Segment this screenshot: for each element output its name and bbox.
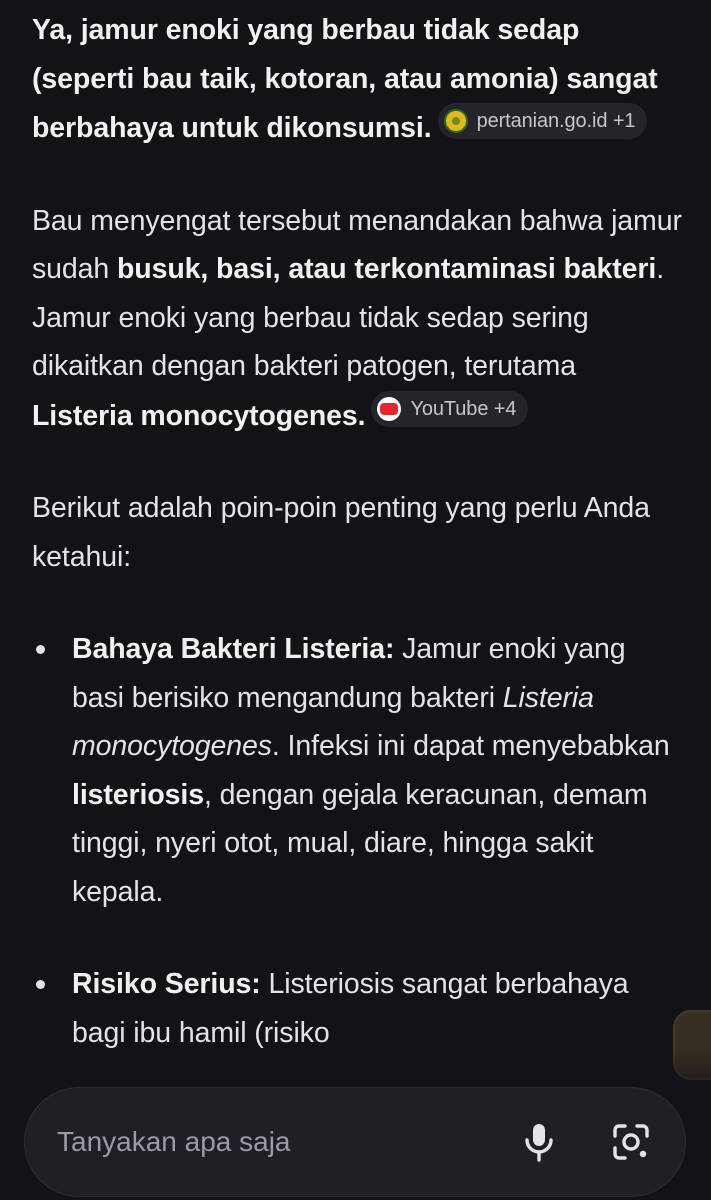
bullet-title: Risiko Serius: [72, 968, 261, 1000]
microphone-button[interactable] [513, 1116, 565, 1168]
list-item: Risiko Serius: Listeriosis sangat berbah… [32, 960, 682, 1057]
bullet-dot-icon [36, 980, 45, 989]
bullet-bold: listeriosis [72, 778, 204, 811]
answer-paragraph-3: Berikut adalah poin-poin penting yang pe… [32, 492, 650, 573]
answer-intro: Ya, jamur enoki yang berbau tidak sedap … [32, 6, 682, 153]
para2-bold-1: busuk, basi, atau terkontaminasi bakteri [116, 253, 657, 285]
source-chip-label: YouTube +4 [410, 397, 517, 420]
microphone-icon [525, 1124, 553, 1162]
source-chip-label: pertanian.go.id +1 [476, 110, 636, 132]
source-chip-youtube[interactable]: YouTube +4 [371, 390, 529, 427]
source-chip-pertanian[interactable]: pertanian.go.id +1 [437, 103, 648, 139]
answer-paragraph-2: Bau menyengat tersebut menandakan bahwa … [32, 197, 682, 441]
answer-content: Ya, jamur enoki yang berbau tidak sedap … [32, 6, 682, 1101]
pertanian-logo-icon [443, 109, 468, 133]
camera-search-icon [613, 1124, 649, 1160]
bullet-dot-icon [36, 645, 45, 654]
camera-search-button[interactable] [605, 1116, 657, 1168]
youtube-icon [377, 396, 402, 421]
bullet-title: Bahaya Bakteri Listeria: [72, 633, 395, 665]
para2-bold-2: Listeria monocytogenes. [32, 399, 366, 432]
list-item: Bahaya Bakteri Listeria: Jamur enoki yan… [32, 625, 682, 916]
bullet-list: Bahaya Bakteri Listeria: Jamur enoki yan… [32, 625, 682, 1057]
prompt-composer[interactable]: Tanyakan apa saja [24, 1087, 686, 1197]
prompt-input[interactable]: Tanyakan apa saja [57, 1124, 291, 1160]
bullet-text: . Infeksi ini dapat menyebabkan [271, 730, 670, 762]
